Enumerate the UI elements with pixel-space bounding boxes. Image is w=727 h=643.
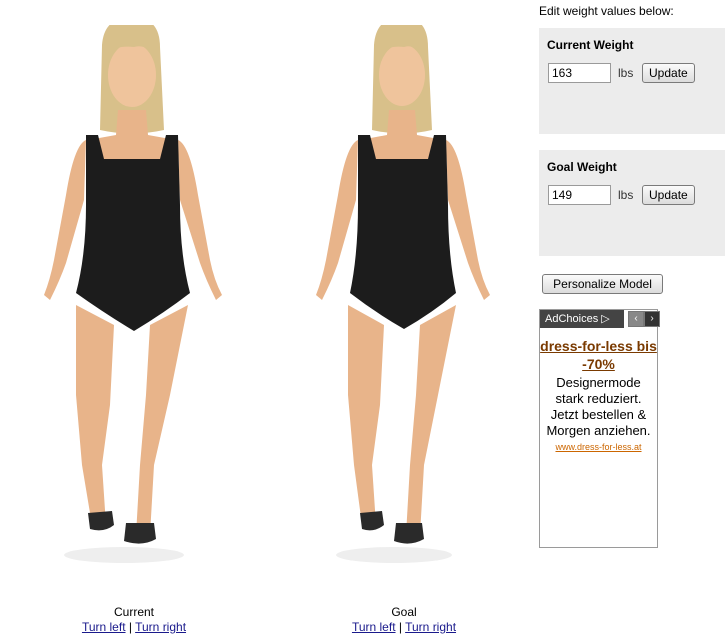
ad-body-text: Designermode stark reduziert. Jetzt best… [546,375,651,438]
goal-model-caption-block: Goal Turn left | Turn right [284,605,524,635]
current-weight-input[interactable] [548,63,611,83]
current-turn-controls: Turn left | Turn right [14,620,254,635]
goal-model-figure [284,0,524,600]
goal-turn-left-link[interactable]: Turn left [352,620,396,634]
adchoices-icon: ▷ [601,313,610,325]
current-turn-right-link[interactable]: Turn right [135,620,186,634]
current-model-image [44,25,222,563]
goal-weight-label: Goal Weight [547,160,617,174]
goal-weight-unit: lbs [618,188,634,202]
ad-url-link[interactable]: www.dress-for-less.at [540,442,657,452]
adchoices-label: AdChoices [545,313,599,325]
goal-weight-input[interactable] [548,185,611,205]
current-turn-left-link[interactable]: Turn left [82,620,126,634]
current-weight-label: Current Weight [547,38,634,52]
adchoices-link[interactable]: AdChoices ▷ [540,310,624,328]
separator: | [398,620,402,634]
current-model-caption-block: Current Turn left | Turn right [14,605,254,635]
chevron-right-icon[interactable]: › [644,311,660,327]
current-model-figure [14,0,254,600]
update-goal-weight-button[interactable]: Update [642,185,695,205]
separator: | [128,620,132,634]
goal-weight-panel: Goal Weight lbs Update [539,150,725,256]
goal-turn-controls: Turn left | Turn right [284,620,524,635]
current-model-label: Current [113,605,154,619]
ad-content: dress-for-less bis -70% Designermode sta… [540,337,657,452]
chevron-left-icon[interactable]: ‹ [628,311,644,327]
edit-weight-instructions: Edit weight values below: [539,4,674,18]
goal-model-image [316,25,490,563]
goal-turn-right-link[interactable]: Turn right [405,620,456,634]
current-weight-panel: Current Weight lbs Update [539,28,725,134]
advertisement: AdChoices ▷ ‹ › dress-for-less bis -70% D… [539,309,660,548]
personalize-model-button[interactable]: Personalize Model [542,274,663,294]
ad-headline-link[interactable]: dress-for-less bis -70% [540,337,657,373]
goal-model-label: Goal [391,605,417,619]
ad-header: AdChoices ▷ ‹ › [540,310,660,328]
current-weight-unit: lbs [618,66,634,80]
update-current-weight-button[interactable]: Update [642,63,695,83]
